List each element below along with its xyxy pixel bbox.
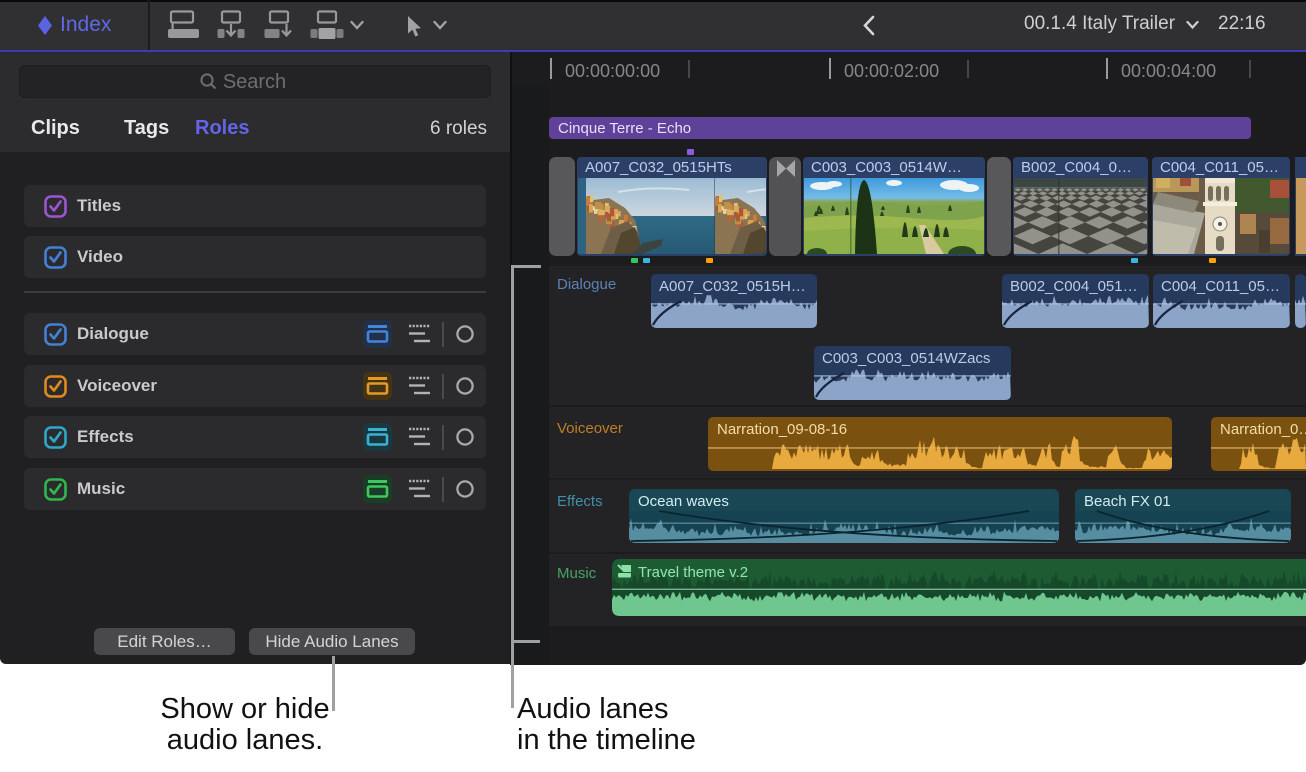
svg-text:Narration_0…: Narration_0… [1220,421,1306,438]
svg-text:Travel theme v.2: Travel theme v.2 [638,564,748,581]
svg-text:Narration_09-08-16: Narration_09-08-16 [717,421,847,438]
svg-text:B002_C004_051…: B002_C004_051… [1010,278,1138,295]
svg-text:C004_C011_05…: C004_C011_05… [1161,278,1280,295]
svg-text:Ocean waves: Ocean waves [638,493,729,510]
svg-text:C003_C003_0514WZacs: C003_C003_0514WZacs [822,350,990,367]
svg-text:Beach FX 01: Beach FX 01 [1084,493,1171,510]
svg-text:A007_C032_0515H…: A007_C032_0515H… [659,278,806,295]
